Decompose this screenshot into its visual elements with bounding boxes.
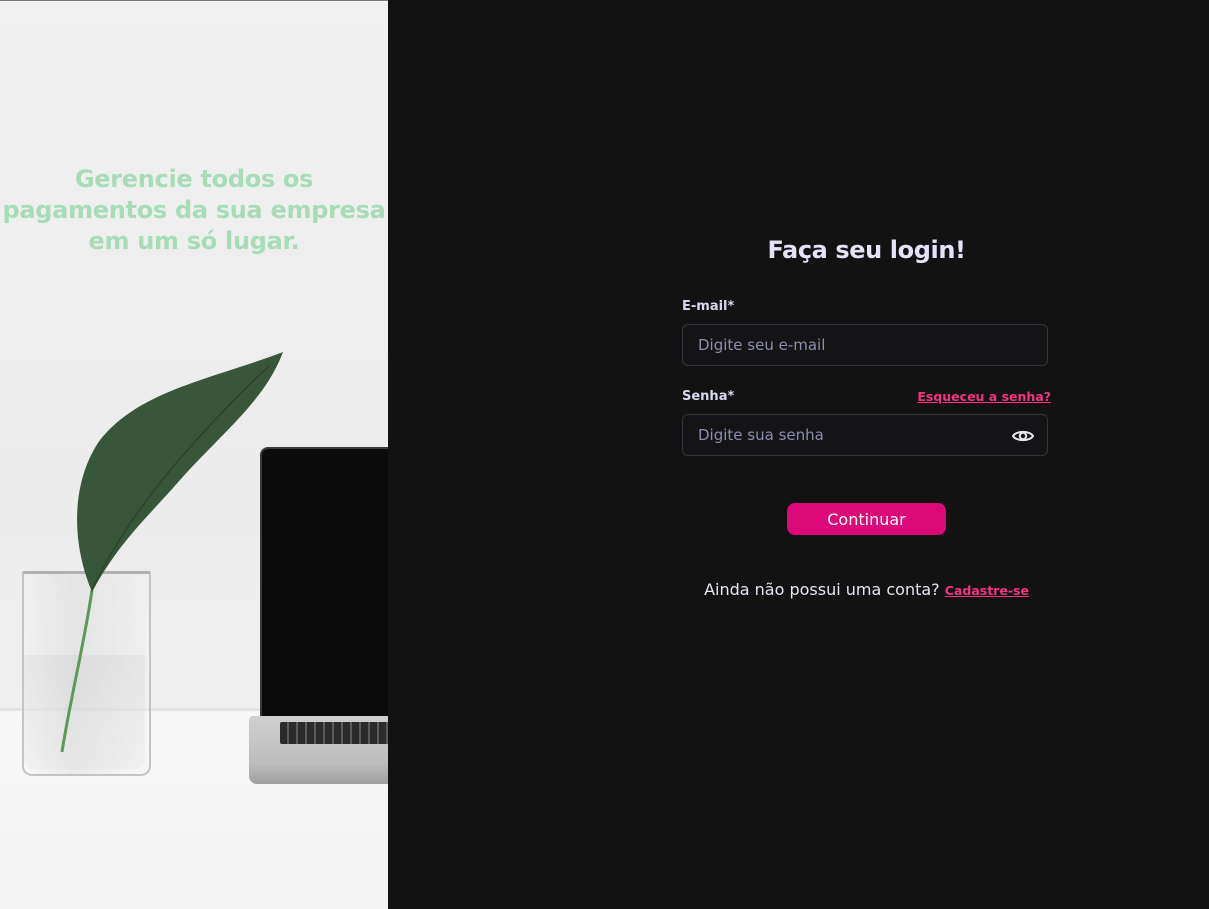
signup-prompt: Ainda não possui uma conta? bbox=[704, 580, 940, 599]
password-label: Senha* bbox=[682, 389, 735, 404]
eye-icon[interactable] bbox=[1011, 424, 1035, 448]
signup-link[interactable]: Cadastre-se bbox=[945, 583, 1029, 598]
hero-tagline: Gerencie todos os pagamentos da sua empr… bbox=[2, 165, 386, 255]
hero-panel: Gerencie todos os pagamentos da sua empr… bbox=[0, 0, 388, 909]
continue-button[interactable]: Continuar bbox=[787, 503, 946, 535]
login-page: Gerencie todos os pagamentos da sua empr… bbox=[0, 0, 1209, 909]
forgot-password-link[interactable]: Esqueceu a senha? bbox=[917, 389, 1051, 404]
divider bbox=[0, 0, 388, 1]
page-title: Faça seu login! bbox=[767, 236, 966, 264]
email-label: E-mail* bbox=[682, 299, 735, 314]
email-field-wrapper bbox=[682, 324, 1048, 366]
password-field[interactable] bbox=[683, 415, 1047, 455]
password-field-wrapper bbox=[682, 414, 1048, 456]
email-field[interactable] bbox=[683, 325, 1047, 365]
login-panel: Faça seu login! E-mail* Senha* Esqueceu … bbox=[388, 0, 1209, 909]
leaf-illustration bbox=[60, 352, 283, 753]
signup-row: Ainda não possui uma conta? Cadastre-se bbox=[388, 580, 1209, 599]
